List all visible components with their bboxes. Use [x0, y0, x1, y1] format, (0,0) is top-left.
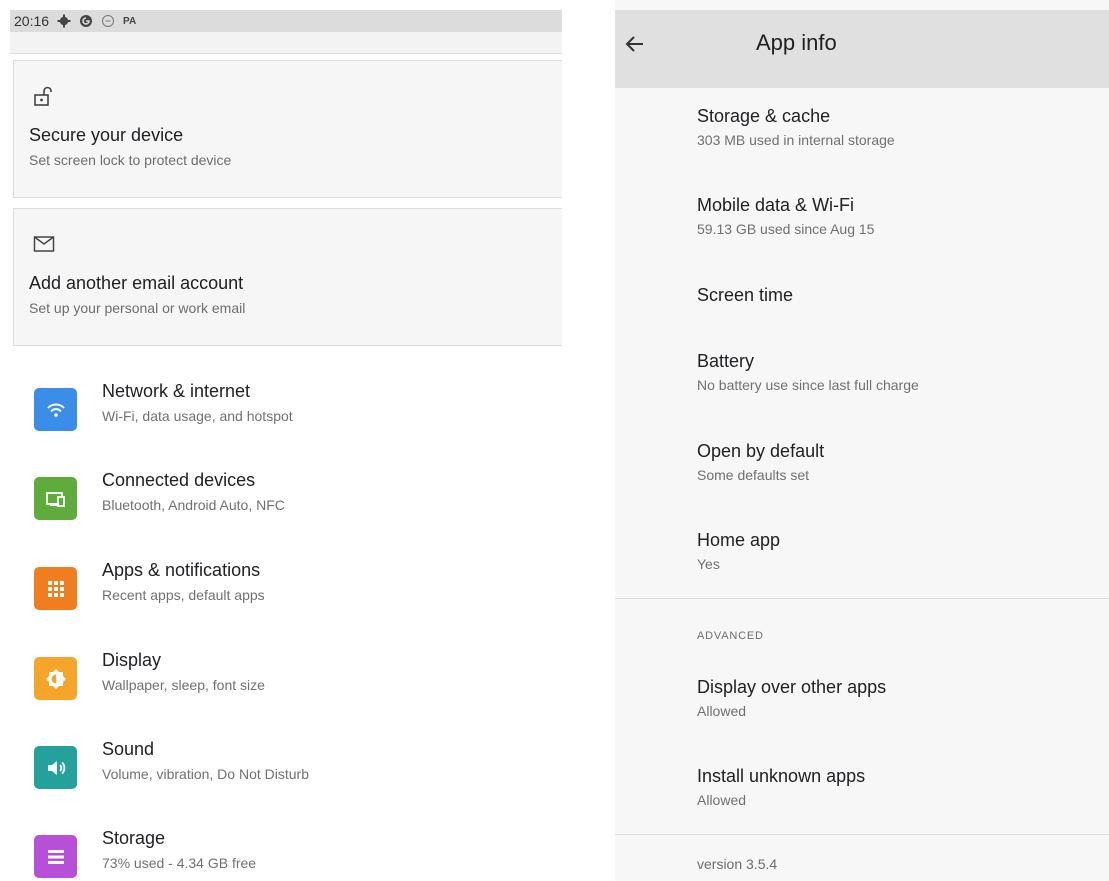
app-info-item-mobile-data[interactable]: Mobile data & Wi-Fi 59.13 GB used since … [615, 195, 1109, 255]
storage-icon [34, 835, 77, 878]
page-title: App info [756, 30, 837, 55]
item-title: Battery [697, 351, 755, 371]
item-title: Screen time [697, 285, 794, 305]
version-text: version 3.5.4 [697, 856, 778, 872]
settings-item-apps[interactable]: Apps & notifications Recent apps, defaul… [0, 556, 562, 646]
section-header-advanced: ADVANCED [697, 630, 764, 642]
back-arrow-icon[interactable] [623, 32, 647, 56]
suggestion-title: Secure your device [29, 125, 184, 145]
item-title: Display over other apps [697, 677, 887, 697]
settings-item-title: Sound [102, 739, 155, 759]
app-info-item-install-unknown[interactable]: Install unknown apps Allowed [615, 766, 1109, 826]
item-title: Mobile data & Wi-Fi [697, 195, 855, 215]
item-subtitle: Some defaults set [697, 467, 810, 483]
item-subtitle: Allowed [697, 792, 747, 808]
devices-icon [34, 477, 77, 520]
settings-item-title: Apps & notifications [102, 560, 261, 580]
gear-icon [57, 14, 71, 28]
app-info-item-display-over[interactable]: Display over other apps Allowed [615, 677, 1109, 737]
app-info-item-screen-time[interactable]: Screen time [615, 285, 1109, 325]
item-subtitle: 59.13 GB used since Aug 15 [697, 221, 875, 237]
suggestion-card-email[interactable]: Add another email account Set up your pe… [13, 208, 562, 346]
item-title: Home app [697, 530, 781, 550]
status-badge: PA [123, 15, 137, 27]
suggestion-card-secure[interactable]: Secure your device Set screen lock to pr… [13, 60, 562, 198]
suggestion-subtitle: Set up your personal or work email [29, 300, 246, 316]
app-info-item-home-app[interactable]: Home app Yes [615, 530, 1109, 590]
item-subtitle: Yes [697, 556, 720, 572]
circle-outline-icon [102, 15, 115, 27]
app-info-item-open-by-default[interactable]: Open by default Some defaults set [615, 441, 1109, 501]
suggestion-title: Add another email account [29, 273, 244, 293]
apps-grid-icon [34, 567, 77, 610]
settings-item-subtitle: Wallpaper, sleep, font size [102, 677, 265, 693]
status-shade [10, 32, 562, 54]
item-title: Install unknown apps [697, 766, 866, 786]
item-subtitle: 303 MB used in internal storage [697, 132, 895, 148]
app-info-item-storage[interactable]: Storage & cache 303 MB used in internal … [615, 106, 1109, 166]
mail-icon [33, 236, 55, 252]
settings-item-connected-devices[interactable]: Connected devices Bluetooth, Android Aut… [0, 466, 562, 556]
brightness-icon [34, 657, 77, 700]
circle-g-icon [80, 15, 93, 27]
settings-item-subtitle: Bluetooth, Android Auto, NFC [102, 497, 285, 513]
app-info-panel: App info Storage & cache 303 MB used in … [615, 0, 1109, 881]
settings-item-subtitle: Wi-Fi, data usage, and hotspot [102, 408, 293, 424]
settings-item-title: Display [102, 650, 162, 670]
settings-item-title: Network & internet [102, 381, 251, 401]
suggestion-subtitle: Set screen lock to protect device [29, 152, 232, 168]
settings-item-network[interactable]: Network & internet Wi-Fi, data usage, an… [0, 377, 562, 467]
settings-item-subtitle: 73% used - 4.34 GB free [102, 855, 257, 871]
section-divider [615, 598, 1109, 599]
volume-icon [34, 746, 77, 789]
wifi-icon [34, 388, 77, 431]
item-subtitle: No battery use since last full charge [697, 377, 919, 393]
settings-item-subtitle: Volume, vibration, Do Not Disturb [102, 766, 309, 782]
unlock-icon [34, 86, 52, 106]
status-bar: 20:16 PA [10, 10, 562, 32]
item-title: Open by default [697, 441, 825, 461]
settings-item-subtitle: Recent apps, default apps [102, 587, 265, 603]
settings-item-display[interactable]: Display Wallpaper, sleep, font size [0, 646, 562, 736]
item-title: Storage & cache [697, 106, 831, 126]
item-subtitle: Allowed [697, 703, 747, 719]
settings-panel: 20:16 PA Secure your device Set screen l… [0, 0, 562, 881]
settings-item-sound[interactable]: Sound Volume, vibration, Do Not Disturb [0, 735, 562, 825]
section-divider [615, 834, 1109, 835]
app-bar: App info [615, 10, 1109, 88]
app-info-item-battery[interactable]: Battery No battery use since last full c… [615, 351, 1109, 411]
settings-item-title: Connected devices [102, 470, 256, 490]
status-time: 20:16 [14, 13, 50, 29]
settings-item-title: Storage [102, 828, 166, 848]
settings-item-storage[interactable]: Storage 73% used - 4.34 GB free [0, 824, 562, 881]
